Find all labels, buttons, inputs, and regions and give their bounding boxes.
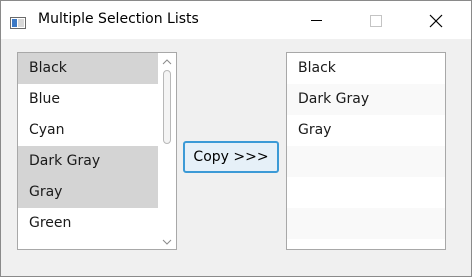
list-item[interactable]: Black: [18, 53, 158, 84]
maximize-button[interactable]: [353, 1, 399, 39]
scroll-up-icon[interactable]: [158, 54, 176, 68]
app-window: Multiple Selection Lists Black Blue Cyan…: [0, 0, 472, 277]
close-icon: [429, 14, 443, 28]
list-item[interactable]: Gray: [18, 177, 158, 208]
list-item[interactable]: Dark Gray: [18, 146, 158, 177]
list-item[interactable]: Black: [287, 53, 445, 84]
list-item[interactable]: Gray: [287, 115, 445, 146]
vertical-scrollbar[interactable]: [158, 53, 176, 249]
maximize-icon: [370, 15, 382, 27]
window-title: Multiple Selection Lists: [38, 11, 199, 27]
list-item[interactable]: Blue: [18, 84, 158, 115]
client-area: Black Blue Cyan Dark Gray Gray Green Cop…: [1, 39, 471, 276]
list-item[interactable]: Cyan: [18, 115, 158, 146]
list-item: [287, 177, 445, 208]
destination-list[interactable]: Black Dark Gray Gray: [286, 52, 446, 250]
close-button[interactable]: [413, 1, 459, 39]
minimize-button[interactable]: [293, 1, 339, 39]
copy-button[interactable]: Copy >>>: [183, 141, 279, 173]
list-item: [287, 146, 445, 177]
scroll-down-icon[interactable]: [158, 234, 176, 248]
list-item[interactable]: Dark Gray: [287, 84, 445, 115]
minimize-icon: [311, 20, 322, 21]
title-bar[interactable]: Multiple Selection Lists: [1, 1, 471, 39]
list-item[interactable]: Green: [18, 208, 158, 239]
app-icon: [10, 14, 26, 29]
list-item: [287, 208, 445, 239]
scroll-thumb[interactable]: [163, 70, 171, 144]
source-list[interactable]: Black Blue Cyan Dark Gray Gray Green: [17, 52, 177, 250]
